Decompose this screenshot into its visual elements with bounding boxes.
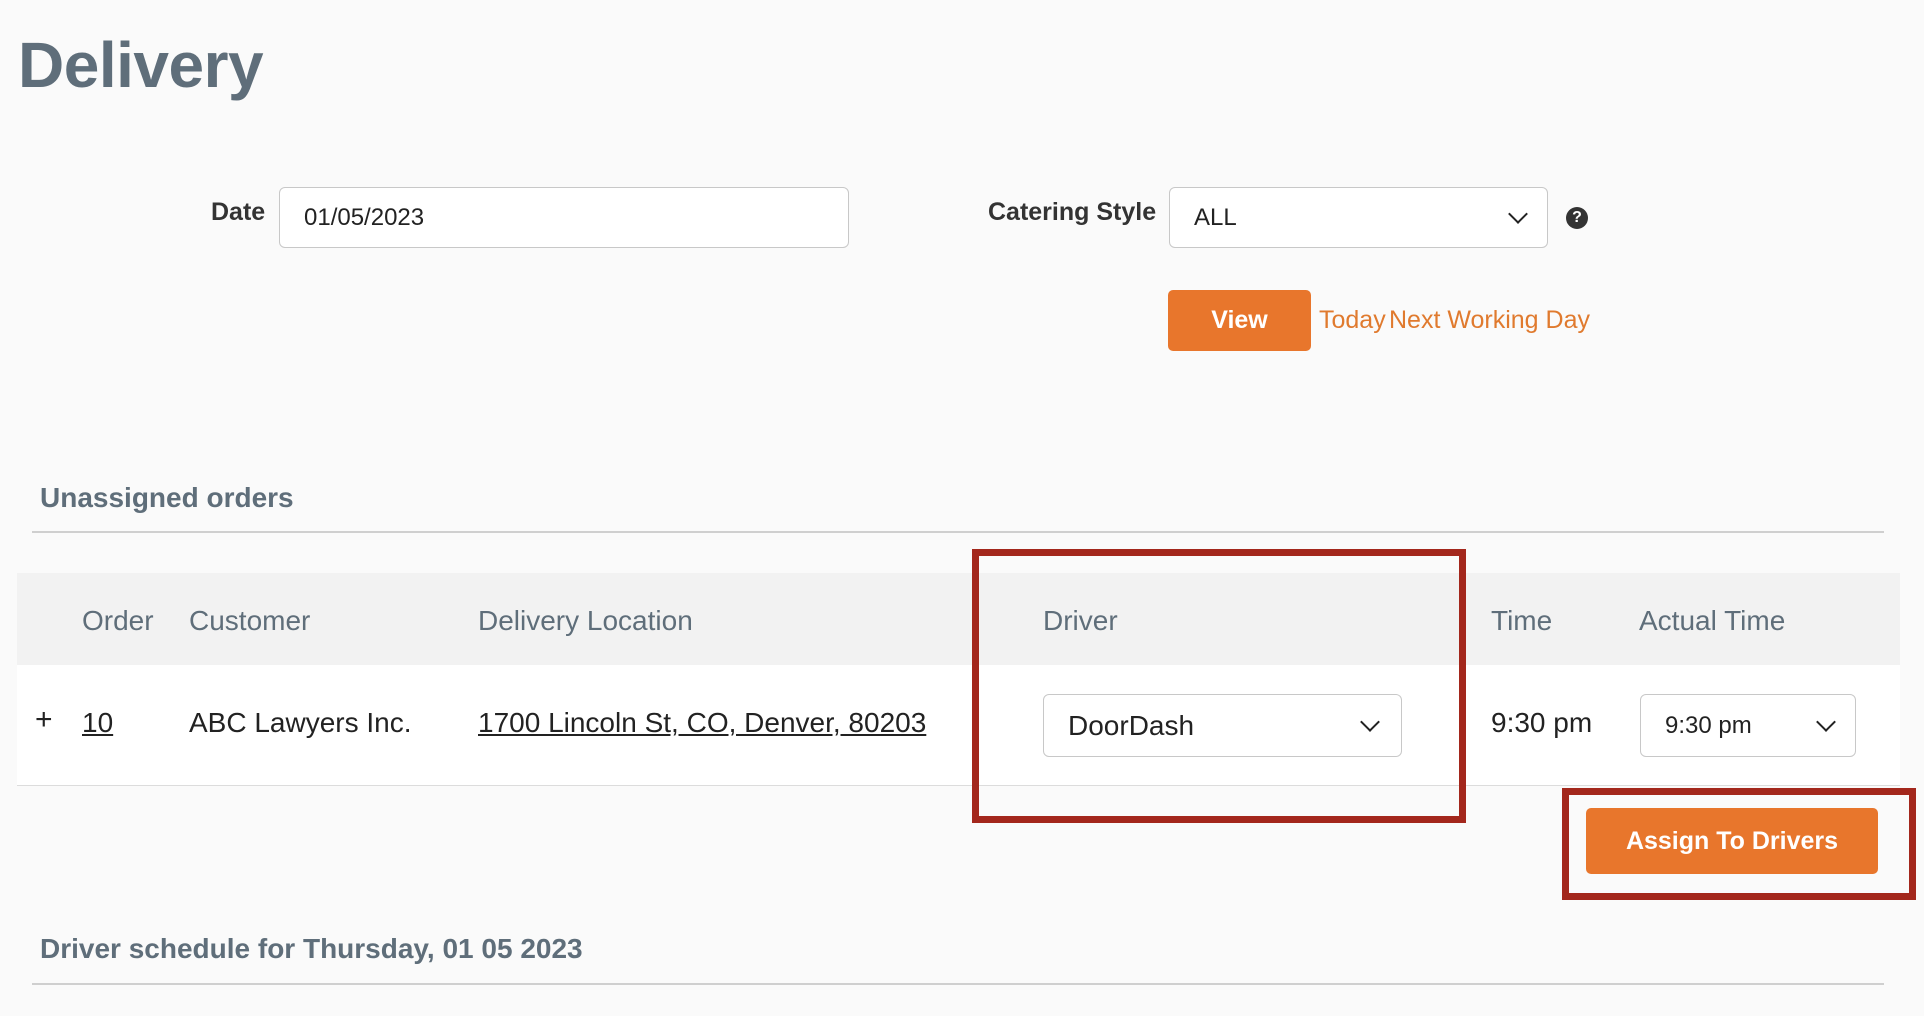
orders-table-header: Order Customer Delivery Location Driver … (17, 573, 1900, 665)
date-label: Date (211, 198, 266, 226)
driver-schedule-title: Driver schedule for Thursday, 01 05 2023 (40, 933, 583, 964)
column-header-customer: Customer (189, 605, 311, 636)
catering-style-label: Catering Style (988, 198, 1157, 226)
catering-style-select[interactable]: ALL (1169, 187, 1548, 248)
assign-to-drivers-button[interactable]: Assign To Drivers (1586, 808, 1878, 874)
column-header-actual-time: Actual Time (1639, 605, 1786, 636)
view-button[interactable]: View (1168, 290, 1311, 351)
order-number-link[interactable]: 10 (82, 707, 113, 739)
question-circle-icon[interactable]: ? (1566, 207, 1588, 229)
column-header-driver: Driver (1043, 605, 1118, 636)
customer-name: ABC Lawyers Inc. (189, 707, 412, 738)
chevron-down-icon (1816, 711, 1836, 732)
delivery-location-link[interactable]: 1700 Lincoln St, CO, Denver, 80203 (478, 707, 926, 739)
date-input[interactable] (279, 187, 849, 248)
unassigned-orders-title: Unassigned orders (40, 482, 294, 513)
driver-select[interactable]: DoorDash (1043, 694, 1402, 757)
chevron-down-icon (1360, 711, 1380, 732)
page-title: Delivery (18, 29, 264, 101)
driver-select-value: DoorDash (1068, 709, 1195, 741)
column-header-time: Time (1491, 605, 1553, 636)
section-divider (32, 531, 1884, 533)
column-header-delivery-location: Delivery Location (478, 605, 693, 636)
column-header-order: Order (82, 605, 154, 636)
next-working-day-link[interactable]: Next Working Day (1389, 306, 1590, 335)
scheduled-time: 9:30 pm (1491, 707, 1593, 738)
table-row: + 10 ABC Lawyers Inc. 1700 Lincoln St, C… (17, 665, 1900, 786)
today-link[interactable]: Today (1319, 306, 1386, 335)
actual-time-select[interactable]: 9:30 pm (1640, 694, 1856, 757)
chevron-down-icon (1508, 203, 1528, 224)
section-divider (32, 983, 1884, 985)
actual-time-value: 9:30 pm (1665, 711, 1752, 739)
catering-style-value: ALL (1194, 203, 1237, 231)
expand-row-icon[interactable]: + (35, 703, 53, 737)
